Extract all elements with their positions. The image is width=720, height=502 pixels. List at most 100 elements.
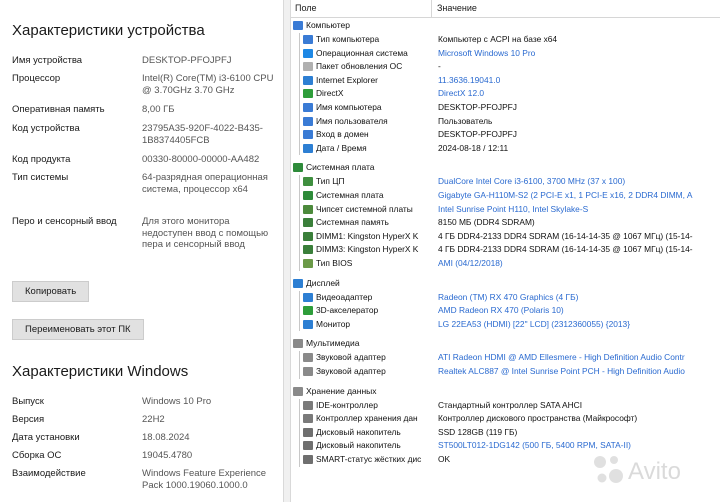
panel-divider[interactable] — [283, 0, 291, 502]
tree-row-value: 4 ГБ DDR4-2133 DDR4 SDRAM (16-14-14-35 @… — [438, 244, 693, 255]
tree-row[interactable]: Дисковый накопитель ST500LT012-1DG142 (50… — [291, 439, 720, 453]
column-header-value[interactable]: Значение — [437, 3, 477, 13]
spec-label-edition: Выпуск — [12, 396, 44, 407]
tree-row-field: DIMM3: Kingston HyperX K — [316, 244, 419, 255]
tree-row-value[interactable]: LG 22EA53 (HDMI) [22" LCD] (2312360055) … — [438, 319, 718, 329]
memory-icon — [303, 231, 313, 241]
tree-row-value[interactable]: ATI Radeon HDMI @ AMD Ellesmere - High D… — [438, 352, 718, 362]
tree-row-value[interactable]: Realtek ALC887 @ Intel Sunrise Point PCH… — [438, 366, 718, 376]
spec-label-install-date: Дата установки — [12, 432, 80, 443]
column-header-field[interactable]: Поле — [295, 3, 317, 13]
spec-label-pen-touch: Перо и сенсорный ввод — [12, 216, 117, 227]
tree-row-field: Тип BIOS — [316, 258, 353, 268]
controller-icon — [303, 400, 313, 410]
computer-icon — [293, 21, 303, 30]
tree-connector — [299, 101, 300, 115]
tree-row-value[interactable]: 11.3636.19041.0 — [438, 75, 718, 85]
tree-row[interactable]: Звуковой адаптер Realtek ALC887 @ Intel S… — [291, 365, 720, 379]
tree-row[interactable]: Системная плата Gigabyte GA-H110M-S2 (2 P… — [291, 189, 720, 203]
tree-connector — [299, 317, 300, 332]
disk-icon — [303, 427, 313, 437]
tree-group-label: Мультимедиа — [306, 338, 360, 349]
tree-group-label: Системная плата — [306, 162, 375, 173]
device-specs-title: Характеристики устройства — [12, 22, 205, 39]
tree-row[interactable]: IDE-контроллер Стандартный контроллер SAT… — [291, 398, 720, 413]
tree-connector — [299, 412, 300, 426]
motherboard-icon — [303, 191, 313, 200]
spec-value-product-id: 00330-80000-00000-AA482 — [142, 154, 260, 165]
motherboard-icon — [293, 163, 303, 173]
tree-row-field: Дисковый накопитель — [316, 440, 401, 451]
tree-row[interactable]: Видеоадаптер Radeon (TM) RX 470 Graphics … — [291, 290, 720, 305]
tree-connector — [299, 189, 300, 203]
speaker-icon — [303, 367, 313, 376]
spec-label-version: Версия — [12, 414, 45, 425]
column-separator[interactable] — [431, 0, 432, 17]
tree-group-0[interactable]: Компьютер — [291, 19, 720, 33]
tree-row-value[interactable]: ST500LT012-1DG142 (500 ГБ, 5400 RPM, SAT… — [438, 440, 718, 450]
tree-row[interactable]: DIMM3: Kingston HyperX K 4 ГБ DDR4-2133 D… — [291, 243, 720, 257]
display-icon — [303, 292, 313, 302]
spec-value-experience: Windows Feature Experience Pack 1000.190… — [142, 468, 267, 491]
tree-row[interactable]: Тип ЦП DualCore Intel Core i3-6100, 3700 … — [291, 175, 720, 189]
tree-connector — [299, 141, 300, 156]
tree-row-field: Операционная система — [316, 47, 408, 58]
tree-row[interactable]: Internet Explorer 11.3636.19041.0 — [291, 73, 720, 88]
calendar-icon — [303, 143, 313, 153]
tree-row[interactable]: Имя компьютера DESKTOP-PFOJPFJ — [291, 101, 720, 115]
tree-row[interactable]: Системная память 8150 МБ (DDR4 SDRAM) — [291, 216, 720, 230]
speaker-icon — [293, 339, 303, 349]
tree-group-4[interactable]: Хранение данных — [291, 385, 720, 399]
tree-row-value: 4 ГБ DDR4-2133 DDR4 SDRAM (16-14-14-35 @… — [438, 230, 693, 241]
tree-row[interactable]: Звуковой адаптер ATI Radeon HDMI @ AMD El… — [291, 351, 720, 365]
bios-icon — [303, 259, 313, 268]
tree-group-2[interactable]: Дисплей — [291, 277, 720, 291]
tree-connector — [299, 304, 300, 318]
tree-row-value[interactable]: AMD Radeon RX 470 (Polaris 10) — [438, 305, 718, 315]
tree-row[interactable]: Тип компьютера Компьютер с ACPI на базе x… — [291, 33, 720, 47]
device-specifications-panel: Характеристики устройства Имя устройства… — [0, 0, 283, 502]
tree-row-value: DESKTOP-PFOJPFJ — [438, 129, 517, 140]
tree-connector — [299, 60, 300, 74]
tree-row-value: - — [438, 61, 441, 72]
tree-row[interactable]: Дата / Время 2024-08-18 / 12:11 — [291, 141, 720, 156]
tree-row[interactable]: Пакет обновления ОС - — [291, 60, 720, 74]
tree-row-value[interactable]: AMI (04/12/2018) — [438, 258, 718, 268]
tree-row[interactable]: Чипсет системной платы Intel Sunrise Poin… — [291, 202, 720, 217]
rename-pc-button[interactable]: Переименовать этот ПК — [12, 319, 144, 340]
tree-row-field: Дисковый накопитель — [316, 426, 401, 437]
chip-icon — [303, 204, 313, 214]
tree-row-field: Пакет обновления ОС — [316, 61, 403, 72]
tree-row[interactable]: DirectX DirectX 12.0 — [291, 87, 720, 101]
xbox-icon — [303, 89, 313, 99]
tree-row[interactable]: Имя пользователя Пользователь — [291, 114, 720, 129]
spec-value-os-build: 19045.4780 — [142, 450, 193, 461]
tree-row[interactable]: Контроллер хранения дан Контроллер дисков… — [291, 412, 720, 426]
spec-value-device-name: DESKTOP-PFOJPFJ — [142, 55, 232, 66]
tree-row-value[interactable]: Radeon (TM) RX 470 Graphics (4 ГБ) — [438, 292, 718, 302]
avito-logo-text: Avito — [628, 458, 681, 485]
tree-row[interactable]: Дисковый накопитель SSD 128GB (119 ГБ) — [291, 425, 720, 440]
tree-row[interactable]: Тип BIOS AMI (04/12/2018) — [291, 257, 720, 271]
tree-row-value: 8150 МБ (DDR4 SDRAM) — [438, 217, 535, 228]
tree-row-field: Тип ЦП — [316, 176, 345, 187]
tree-row-value[interactable]: DirectX 12.0 — [438, 88, 718, 98]
computer-icon — [303, 103, 313, 112]
tree-row[interactable]: DIMM1: Kingston HyperX K 4 ГБ DDR4-2133 D… — [291, 229, 720, 244]
tree-group-1[interactable]: Системная плата — [291, 161, 720, 175]
tree-group-label: Хранение данных — [306, 385, 377, 396]
tree-group-3[interactable]: Мультимедиа — [291, 337, 720, 351]
tree-row-field: DIMM1: Kingston HyperX K — [316, 230, 419, 241]
tree-row-field: SMART-статус жёстких дис — [316, 454, 422, 464]
tree-connector — [299, 46, 300, 61]
copy-button[interactable]: Копировать — [12, 281, 90, 302]
tree-row[interactable]: Вход в домен DESKTOP-PFOJPFJ — [291, 128, 720, 142]
tree-row-value[interactable]: Microsoft Windows 10 Pro — [438, 48, 718, 58]
tree-row-value[interactable]: DualCore Intel Core i3-6100, 3700 MHz (3… — [438, 176, 718, 186]
tree-row-value[interactable]: Intel Sunrise Point H110, Intel Skylake-… — [438, 204, 718, 214]
tree-row[interactable]: 3D-акселератор AMD Radeon RX 470 (Polaris… — [291, 304, 720, 318]
tree-row[interactable]: Монитор LG 22EA53 (HDMI) [22" LCD] (23123… — [291, 317, 720, 332]
spec-value-device-id: 23795A35-920F-4022-B435-1B8374405FCB — [142, 123, 263, 146]
tree-row-value[interactable]: Gigabyte GA-H110M-S2 (2 PCI-E x1, 1 PCI-… — [438, 190, 718, 200]
tree-row[interactable]: Операционная система Microsoft Windows 10… — [291, 46, 720, 61]
